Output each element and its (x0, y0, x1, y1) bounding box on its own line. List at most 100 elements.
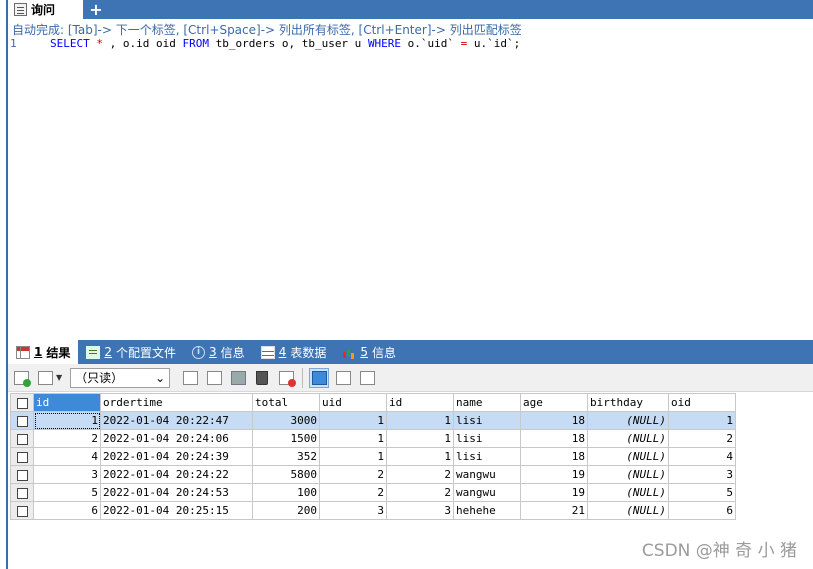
cell-name[interactable]: wangwu (453, 483, 521, 502)
cell-id[interactable]: 6 (33, 501, 101, 520)
cell-name[interactable]: lisi (453, 447, 521, 466)
cell-uid[interactable]: 2 (319, 483, 387, 502)
column-header-id-2[interactable]: id (386, 393, 454, 412)
cell-name[interactable]: wangwu (453, 465, 521, 484)
cell-user-id[interactable]: 1 (386, 447, 454, 466)
cell-oid[interactable]: 1 (668, 411, 736, 430)
export-dropdown-arrow[interactable]: ▼ (56, 373, 62, 382)
tab-info[interactable]: i 3 信息 (184, 340, 253, 364)
column-header-uid[interactable]: uid (319, 393, 387, 412)
cell-name[interactable]: lisi (453, 429, 521, 448)
cell-total[interactable]: 100 (252, 483, 320, 502)
cell-name[interactable]: lisi (453, 411, 521, 430)
table-row[interactable]: 6 2022-01-04 20:25:15 200 3 3 hehehe 21 … (10, 501, 736, 520)
cell-user-id[interactable]: 3 (386, 501, 454, 520)
cell-ordertime[interactable]: 2022-01-04 20:24:39 (100, 447, 253, 466)
table-row[interactable]: 3 2022-01-04 20:24:22 5800 2 2 wangwu 19… (10, 465, 736, 484)
cell-oid[interactable]: 3 (668, 465, 736, 484)
result-tab-bar: 1 结果 2 个配置文件 i 3 信息 4 表数据 5 信息 (8, 340, 813, 364)
cell-id[interactable]: 2 (33, 429, 101, 448)
cell-age[interactable]: 18 (520, 447, 588, 466)
cell-uid[interactable]: 3 (319, 501, 387, 520)
cell-uid[interactable]: 1 (319, 411, 387, 430)
cell-total[interactable]: 352 (252, 447, 320, 466)
sql-editor[interactable]: 自动完成: [Tab]-> 下一个标签, [Ctrl+Space]-> 列出所有… (8, 19, 813, 339)
text-view-button[interactable] (357, 368, 377, 388)
cell-total[interactable]: 3000 (252, 411, 320, 430)
cell-oid[interactable]: 5 (668, 483, 736, 502)
cell-oid[interactable]: 6 (668, 501, 736, 520)
row-checkbox[interactable] (10, 411, 34, 430)
cell-birthday[interactable]: (NULL) (587, 483, 669, 502)
cell-uid[interactable]: 1 (319, 447, 387, 466)
duplicate-button[interactable] (204, 368, 224, 388)
cell-birthday[interactable]: (NULL) (587, 465, 669, 484)
column-header-total[interactable]: total (252, 393, 320, 412)
row-checkbox[interactable] (10, 465, 34, 484)
row-checkbox[interactable] (10, 501, 34, 520)
cell-ordertime[interactable]: 2022-01-04 20:22:47 (100, 411, 253, 430)
tab-info-2-num: 5 (360, 345, 368, 359)
cell-age[interactable]: 19 (520, 483, 588, 502)
cell-oid[interactable]: 4 (668, 447, 736, 466)
cell-total[interactable]: 200 (252, 501, 320, 520)
insert-row-button[interactable] (11, 368, 31, 388)
grid-view-button[interactable] (309, 367, 330, 388)
cell-uid[interactable]: 2 (319, 465, 387, 484)
cell-birthday[interactable]: (NULL) (587, 429, 669, 448)
cell-uid[interactable]: 1 (319, 429, 387, 448)
column-header-age[interactable]: age (520, 393, 588, 412)
cell-name[interactable]: hehehe (453, 501, 521, 520)
cell-oid[interactable]: 2 (668, 429, 736, 448)
cell-birthday[interactable]: (NULL) (587, 447, 669, 466)
cell-birthday[interactable]: (NULL) (587, 501, 669, 520)
cell-user-id[interactable]: 1 (386, 429, 454, 448)
cell-ordertime[interactable]: 2022-01-04 20:25:15 (100, 501, 253, 520)
cell-age[interactable]: 18 (520, 429, 588, 448)
tab-result[interactable]: 1 结果 (8, 340, 79, 364)
cell-id[interactable]: 4 (33, 447, 101, 466)
delete-button[interactable] (252, 368, 272, 388)
cell-total[interactable]: 5800 (252, 465, 320, 484)
cell-user-id[interactable]: 2 (386, 465, 454, 484)
cell-id[interactable]: 1 (33, 411, 101, 430)
row-checkbox[interactable] (10, 483, 34, 502)
column-header-ordertime[interactable]: ordertime (100, 393, 253, 412)
cell-total[interactable]: 1500 (252, 429, 320, 448)
tab-info-2[interactable]: 5 信息 (334, 340, 404, 364)
tab-query[interactable]: 询问 (8, 0, 83, 19)
table-row[interactable]: 2 2022-01-04 20:24:06 1500 1 1 lisi 18 (… (10, 429, 736, 448)
table-row[interactable]: 4 2022-01-04 20:24:39 352 1 1 lisi 18 (N… (10, 447, 736, 466)
table-row[interactable]: 1 2022-01-04 20:22:47 3000 1 1 lisi 18 (… (10, 411, 736, 430)
cancel-button[interactable] (276, 368, 296, 388)
cell-age[interactable]: 21 (520, 501, 588, 520)
cell-ordertime[interactable]: 2022-01-04 20:24:53 (100, 483, 253, 502)
row-checkbox[interactable] (10, 447, 34, 466)
cell-ordertime[interactable]: 2022-01-04 20:24:22 (100, 465, 253, 484)
add-tab-button[interactable]: + (88, 0, 104, 19)
column-header-birthday[interactable]: birthday (587, 393, 669, 412)
table-row[interactable]: 5 2022-01-04 20:24:53 100 2 2 wangwu 19 … (10, 483, 736, 502)
save-button[interactable] (228, 368, 248, 388)
sql-part-2: tb_orders o, tb_user u (208, 37, 368, 50)
row-checkbox[interactable] (10, 429, 34, 448)
cell-user-id[interactable]: 1 (386, 411, 454, 430)
cell-id[interactable]: 3 (33, 465, 101, 484)
column-header-oid[interactable]: oid (668, 393, 736, 412)
mode-select[interactable]: （只读） ⌄ (70, 367, 171, 388)
column-header-id[interactable]: id (33, 393, 101, 412)
sql-line-1[interactable]: 1 SELECT * , o.id oid FROM tb_orders o, t… (10, 37, 520, 50)
cell-age[interactable]: 19 (520, 465, 588, 484)
export-button[interactable] (35, 368, 55, 388)
cell-id[interactable]: 5 (33, 483, 101, 502)
select-all-checkbox[interactable] (10, 393, 34, 412)
form-view-button[interactable] (333, 368, 353, 388)
tab-table-data[interactable]: 4 表数据 (253, 340, 335, 364)
cell-user-id[interactable]: 2 (386, 483, 454, 502)
add-record-button[interactable] (180, 368, 200, 388)
cell-birthday[interactable]: (NULL) (587, 411, 669, 430)
tab-profile[interactable]: 2 个配置文件 (78, 340, 184, 364)
column-header-name[interactable]: name (453, 393, 521, 412)
cell-age[interactable]: 18 (520, 411, 588, 430)
cell-ordertime[interactable]: 2022-01-04 20:24:06 (100, 429, 253, 448)
